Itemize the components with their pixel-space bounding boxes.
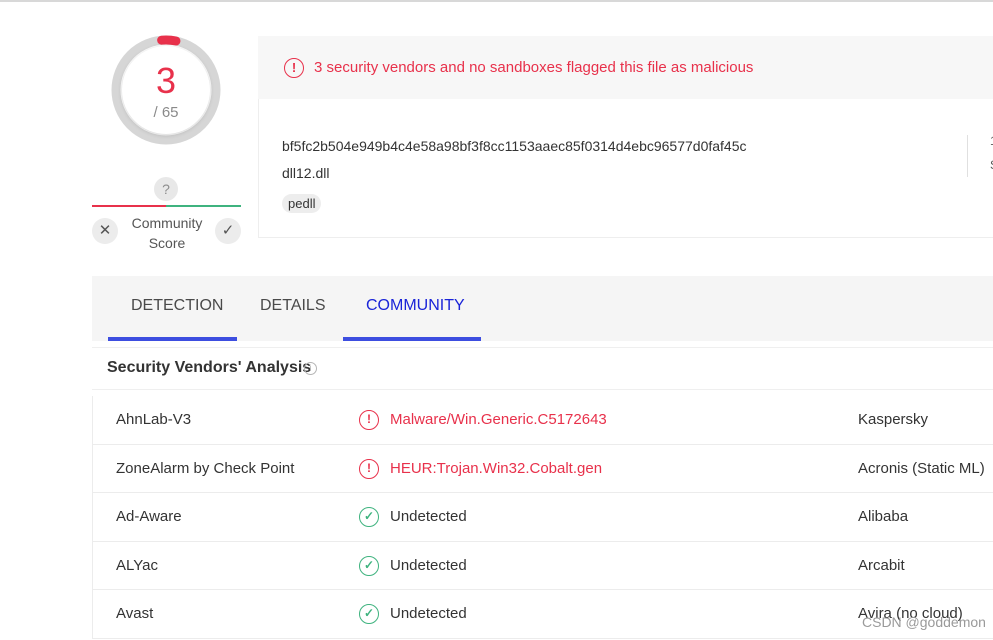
score-total: / 65 xyxy=(153,104,179,121)
warning-icon: ! xyxy=(284,58,304,78)
alert-text: 3 security vendors and no sandboxes flag… xyxy=(314,59,754,76)
file-tag[interactable]: pedll xyxy=(282,194,322,213)
check-circle-icon: ✓ xyxy=(359,507,379,527)
vendor-name-secondary: Kaspersky xyxy=(858,411,929,428)
vendor-name-secondary: Alibaba xyxy=(858,508,909,525)
top-border xyxy=(0,0,993,2)
community-bar-positive xyxy=(166,205,241,207)
community-score-label-line2: Score xyxy=(148,235,186,251)
vendor-name-secondary: Acronis (Static ML) xyxy=(858,459,985,477)
tab-detection[interactable]: DETECTION xyxy=(131,297,223,315)
tab-underline-detection xyxy=(108,337,237,341)
community-bar-negative xyxy=(92,205,166,207)
community-score-value: ? xyxy=(154,177,178,201)
file-name: dll12.dll xyxy=(282,165,330,181)
table-row: Ad-Aware ✓ Undetected Alibaba xyxy=(93,493,993,542)
vendor-result[interactable]: Malware/Win.Generic.C5172643 xyxy=(390,411,607,428)
vendor-name-secondary: Arcabit xyxy=(858,556,905,574)
tab-underline-community xyxy=(343,337,481,341)
malicious-icon: ! xyxy=(359,458,379,479)
close-icon: ✕ xyxy=(98,222,112,239)
vendor-result: Undetected xyxy=(390,508,467,525)
table-row: ZoneAlarm by Check Point ! HEUR:Trojan.W… xyxy=(93,445,993,493)
community-score-label: Community xyxy=(131,215,203,231)
check-icon: ✓ xyxy=(221,222,235,239)
vendor-name: Ad-Aware xyxy=(116,508,182,525)
file-hash[interactable]: bf5fc2b504e949b4c4e58a98bf3f8cc1153aaec8… xyxy=(282,138,747,154)
table-row: ALYac ✓ Undetected Arcabit xyxy=(93,542,993,590)
tab-community[interactable]: COMMUNITY xyxy=(366,297,465,315)
tab-bar xyxy=(92,276,993,341)
detection-score-gauge: 3 / 65 xyxy=(110,34,222,146)
table-row: AhnLab-V3 ! Malware/Win.Generic.C5172643… xyxy=(93,396,993,445)
check-circle-icon: ✓ xyxy=(359,604,379,624)
vendor-name: ALYac xyxy=(116,556,158,574)
vendor-name: AhnLab-V3 xyxy=(116,411,192,428)
panel-divider xyxy=(967,135,968,177)
vendors-table: AhnLab-V3 ! Malware/Win.Generic.C5172643… xyxy=(92,396,993,639)
watermark: CSDN @goddemon xyxy=(862,614,986,630)
section-title: Security Vendors' Analysis xyxy=(107,359,312,376)
vendor-result[interactable]: HEUR:Trojan.Win32.Cobalt.gen xyxy=(390,460,602,477)
vote-harmless-button[interactable]: ✓ xyxy=(215,218,241,244)
malicious-icon: ! xyxy=(359,410,379,430)
check-circle-icon: ✓ xyxy=(359,555,379,576)
vendor-name: ZoneAlarm by Check Point xyxy=(116,459,295,477)
table-row: Avast ✓ Undetected Avira (no cloud) xyxy=(93,590,993,639)
score-detections: 3 xyxy=(155,60,177,101)
vote-harmful-button[interactable]: ✕ xyxy=(92,218,118,244)
info-icon[interactable]: i xyxy=(304,362,317,375)
vendor-result: Undetected xyxy=(390,556,467,574)
vendor-name: Avast xyxy=(116,605,154,622)
vendor-result: Undetected xyxy=(390,605,467,622)
tab-details[interactable]: DETAILS xyxy=(260,297,326,315)
